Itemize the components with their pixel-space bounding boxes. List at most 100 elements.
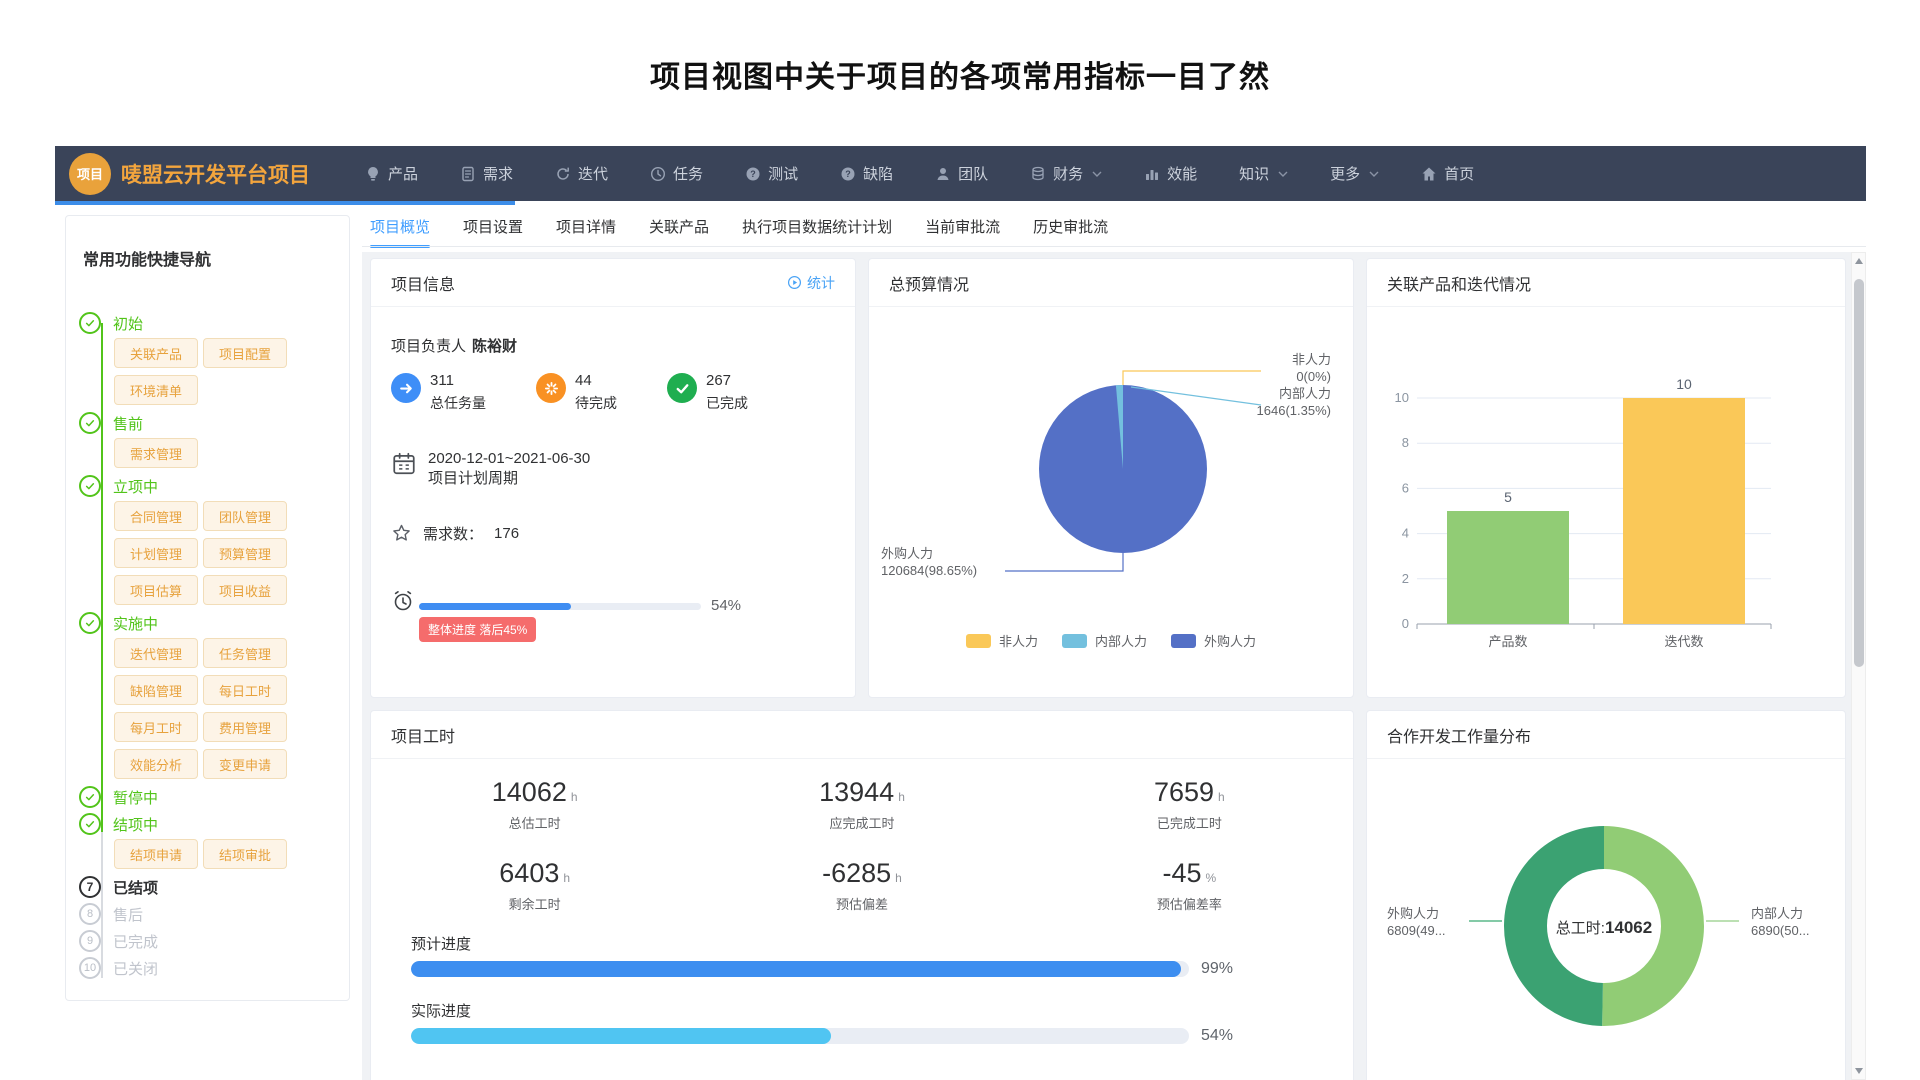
quick-action-button[interactable]: 需求管理 [114, 438, 198, 468]
metric-unit: h [1218, 790, 1225, 804]
metric-value: 14062h [371, 777, 698, 808]
tab-details[interactable]: 项目详情 [556, 216, 616, 248]
sidebar-stage-completed: 9已完成 [79, 929, 341, 953]
play-circle-icon [787, 275, 802, 290]
chevron-down-icon [1369, 171, 1379, 177]
pie-leader-outsourced [1005, 553, 1123, 571]
quick-action-button[interactable]: 预算管理 [203, 538, 287, 568]
tab-settings[interactable]: 项目设置 [463, 216, 523, 248]
donut-label-outsourced: 外购人力6809(49... [1387, 905, 1446, 939]
clock-icon [650, 166, 666, 182]
requirement-value: 176 [494, 525, 519, 542]
project-logo-badge[interactable]: 项目 [69, 153, 111, 195]
nav-item-home[interactable]: 首页 [1400, 146, 1495, 201]
quick-action-button[interactable]: 计划管理 [114, 538, 198, 568]
nav-item-knowledge[interactable]: 知识 [1218, 146, 1309, 201]
coins-icon [1030, 166, 1046, 182]
bar-value-label: 10 [1676, 376, 1692, 392]
card-title-cooperation: 合作开发工作量分布 [1387, 723, 1531, 747]
nav-item-label: 更多 [1330, 163, 1360, 184]
y-tick-label: 4 [1402, 526, 1409, 541]
metric-cell: 13944h应完成工时 [698, 777, 1025, 832]
quick-action-button[interactable]: 变更申请 [203, 749, 287, 779]
svg-text:?: ? [750, 169, 756, 179]
quick-action-button[interactable]: 每日工时 [203, 675, 287, 705]
legend-swatch [966, 634, 991, 648]
task-stat: 267已完成 [667, 373, 748, 413]
quick-action-button[interactable]: 任务管理 [203, 638, 287, 668]
quick-action-button[interactable]: 效能分析 [114, 749, 198, 779]
stage-label: 初始 [113, 313, 143, 334]
statistics-link[interactable]: 统计 [787, 273, 835, 293]
nav-item-label: 团队 [958, 163, 988, 184]
quick-action-button[interactable]: 项目收益 [203, 575, 287, 605]
vertical-scrollbar[interactable] [1851, 252, 1866, 1080]
actual-progress-percent: 54% [1201, 1027, 1233, 1045]
nav-item-task[interactable]: 任务 [629, 146, 724, 201]
nav-item-defect[interactable]: ?缺陷 [819, 146, 914, 201]
stage-status-icon [79, 813, 101, 835]
nav-item-more[interactable]: 更多 [1309, 146, 1400, 201]
legend-swatch [1171, 634, 1196, 648]
owner-label: 项目负责人 [391, 338, 466, 355]
quick-action-button[interactable]: 关联产品 [114, 338, 198, 368]
legend-item-内部人力[interactable]: 内部人力 [1062, 631, 1147, 650]
quick-action-button[interactable]: 每月工时 [114, 712, 198, 742]
legend-label: 非人力 [999, 631, 1038, 650]
tab-history-approval[interactable]: 历史审批流 [1033, 216, 1108, 248]
stage-status-icon [79, 786, 101, 808]
star-icon [391, 523, 412, 544]
document-icon [460, 166, 476, 182]
y-tick-label: 0 [1402, 616, 1409, 631]
nav-item-efficiency[interactable]: 效能 [1123, 146, 1218, 201]
stage-status-icon [79, 312, 101, 334]
donut-label-line: 外购人力 [1387, 905, 1446, 922]
donut-center-prefix: 总工时: [1556, 920, 1605, 937]
legend-item-外购人力[interactable]: 外购人力 [1171, 631, 1256, 650]
nav-item-requirement[interactable]: 需求 [439, 146, 534, 201]
nav-item-iteration[interactable]: 迭代 [534, 146, 629, 201]
quick-action-button[interactable]: 合同管理 [114, 501, 198, 531]
nav-item-team[interactable]: 团队 [914, 146, 1009, 201]
metric-value: 7659h [1026, 777, 1353, 808]
quick-action-button[interactable]: 项目估算 [114, 575, 198, 605]
period-value: 2020-12-01~2021-06-30 [428, 449, 590, 469]
nav-item-label: 测试 [768, 163, 798, 184]
quick-action-button[interactable]: 缺陷管理 [114, 675, 198, 705]
scrollbar-thumb[interactable] [1854, 279, 1864, 667]
quick-action-button[interactable]: 项目配置 [203, 338, 287, 368]
quick-action-button[interactable]: 迭代管理 [114, 638, 198, 668]
pie-legend: 非人力 内部人力 外购人力 [869, 631, 1353, 650]
tab-related-products[interactable]: 关联产品 [649, 216, 709, 248]
stage-label: 暂停中 [113, 787, 158, 808]
scrollbar-up-icon[interactable] [1855, 258, 1863, 264]
nav-item-test[interactable]: ? 测试 [724, 146, 819, 201]
card-title-work-hours: 项目工时 [391, 723, 455, 747]
legend-item-非人力[interactable]: 非人力 [966, 631, 1038, 650]
quick-action-button[interactable]: 环境清单 [114, 375, 198, 405]
nav-item-product[interactable]: 产品 [344, 146, 439, 201]
metric-unit: h [898, 790, 905, 804]
metric-cell: 6403h剩余工时 [371, 858, 698, 913]
metric-unit: h [571, 790, 578, 804]
quick-action-button[interactable]: 团队管理 [203, 501, 287, 531]
nav-item-label: 效能 [1167, 163, 1197, 184]
metric-cell: -45%预估偏差率 [1026, 858, 1353, 913]
metric-value: -45% [1026, 858, 1353, 889]
quick-action-button[interactable]: 费用管理 [203, 712, 287, 742]
sidebar-stage-aftersale: 8售后 [79, 902, 341, 926]
metric-label: 应完成工时 [698, 813, 1025, 832]
quick-action-button[interactable]: 结项审批 [203, 839, 287, 869]
y-tick-label: 8 [1402, 435, 1409, 450]
quick-action-button[interactable]: 结项申请 [114, 839, 198, 869]
tab-overview[interactable]: 项目概览 [370, 216, 430, 248]
top-navbar: 项目 唛盟云开发平台项目 产品需求迭代任务?测试?缺陷团队财务效能知识更多首页 [55, 146, 1866, 201]
scrollbar-down-icon[interactable] [1855, 1068, 1863, 1074]
stage-status-icon: 8 [79, 903, 101, 925]
stage-status-icon [79, 412, 101, 434]
tab-data-stat-plan[interactable]: 执行项目数据统计计划 [742, 216, 892, 248]
alarm-clock-icon [391, 589, 415, 613]
tab-current-approval[interactable]: 当前审批流 [925, 216, 1000, 248]
stage-label: 立项中 [113, 476, 158, 497]
nav-item-finance[interactable]: 财务 [1009, 146, 1123, 201]
